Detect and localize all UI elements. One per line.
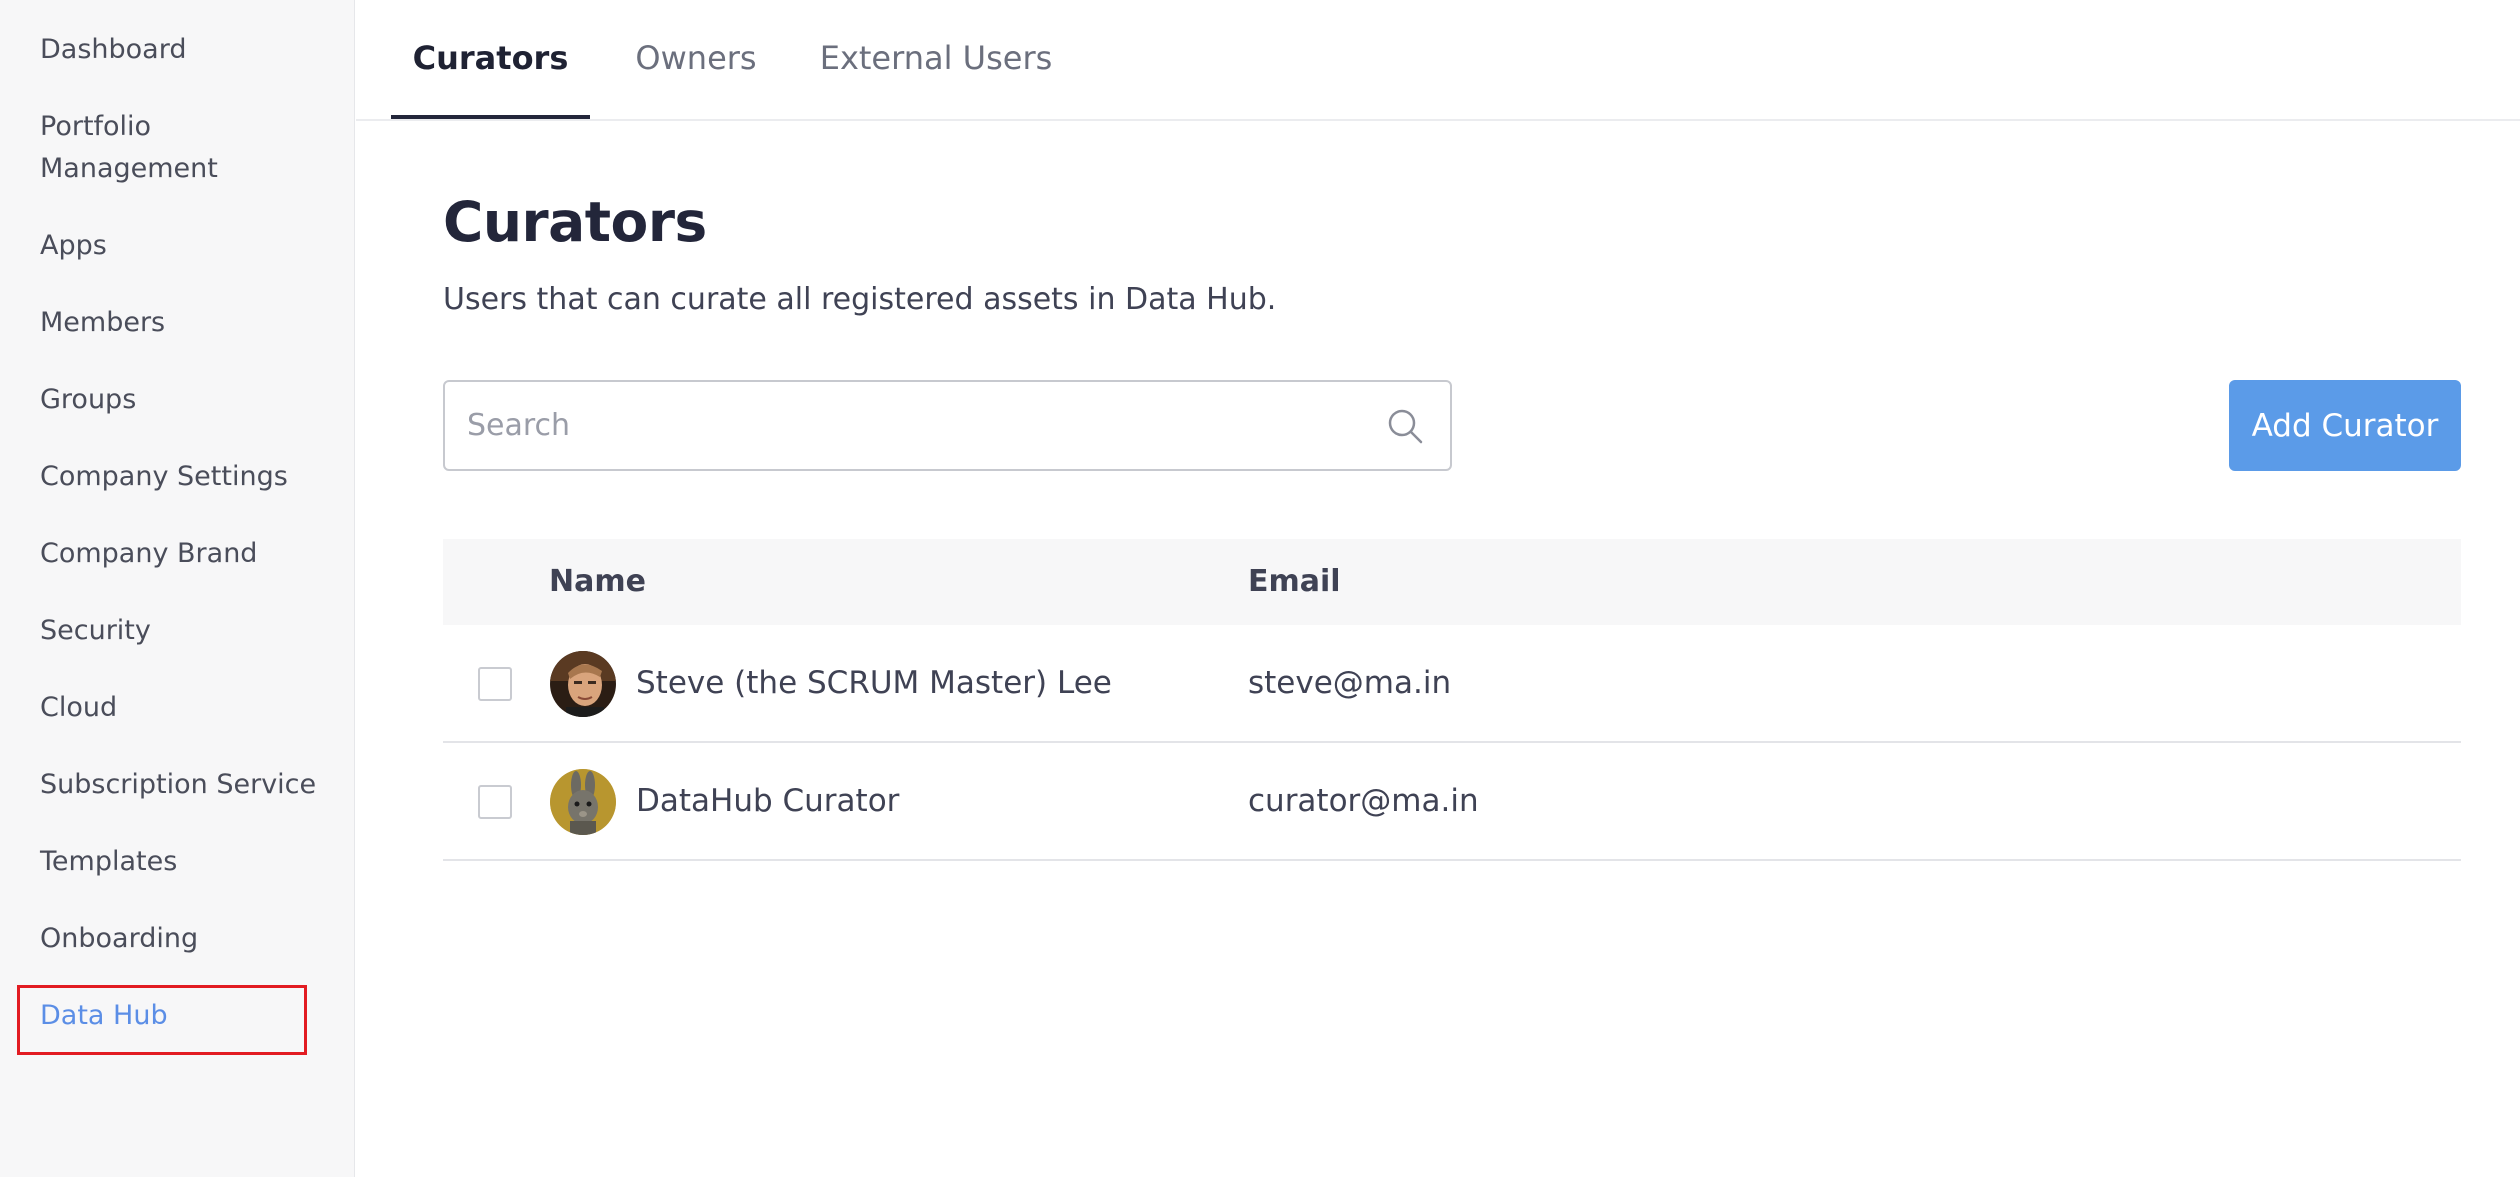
row-checkbox[interactable] [478,785,512,819]
sidebar-item-company-brand[interactable]: Company Brand [40,533,320,575]
sidebar-item-members[interactable]: Members [40,302,320,344]
sidebar-item-data-hub[interactable]: Data Hub [40,995,320,1037]
table-row[interactable]: DataHub Curator curator@ma.in [443,743,2461,861]
tab-bar: Curators Owners External Users [356,0,2520,121]
avatar [550,651,616,717]
avatar [550,769,616,835]
cell-name: Steve (the SCRUM Master) Lee [636,665,1112,701]
sidebar-item-cloud[interactable]: Cloud [40,687,320,729]
cell-email: curator@ma.in [1248,783,1479,819]
add-curator-button[interactable]: Add Curator [2229,380,2461,471]
cell-email: steve@ma.in [1248,665,1452,701]
curators-table: Name Email Steve (the SCRUM Master) Lee … [443,539,2461,861]
search-box [443,380,1452,471]
sidebar-item-company-settings[interactable]: Company Settings [40,456,320,498]
sidebar-item-groups[interactable]: Groups [40,379,320,421]
active-tab-indicator [391,115,590,119]
sidebar-item-subscription-service[interactable]: Subscription Service [40,764,320,806]
tab-owners[interactable]: Owners [616,0,776,121]
cell-name: DataHub Curator [636,783,900,819]
sidebar-item-templates[interactable]: Templates [40,841,320,883]
sidebar-item-portfolio-management[interactable]: Portfolio Management [40,106,320,190]
sidebar-item-onboarding[interactable]: Onboarding [40,918,320,960]
table-header: Name Email [443,539,2461,625]
column-header-name[interactable]: Name [549,539,646,625]
tab-external-users[interactable]: External Users [796,0,1076,121]
search-input[interactable] [467,382,1367,469]
sidebar: Dashboard Portfolio Management Apps Memb… [0,0,355,1177]
sidebar-item-apps[interactable]: Apps [40,225,320,267]
column-header-email[interactable]: Email [1248,539,1341,625]
sidebar-item-dashboard[interactable]: Dashboard [40,29,320,71]
table-row[interactable]: Steve (the SCRUM Master) Lee steve@ma.in [443,625,2461,743]
sidebar-item-security[interactable]: Security [40,610,320,652]
row-checkbox[interactable] [478,667,512,701]
tab-curators[interactable]: Curators [391,0,590,121]
search-icon[interactable] [1385,406,1425,446]
page-title: Curators [443,190,707,254]
page-description: Users that can curate all registered ass… [443,282,1277,317]
